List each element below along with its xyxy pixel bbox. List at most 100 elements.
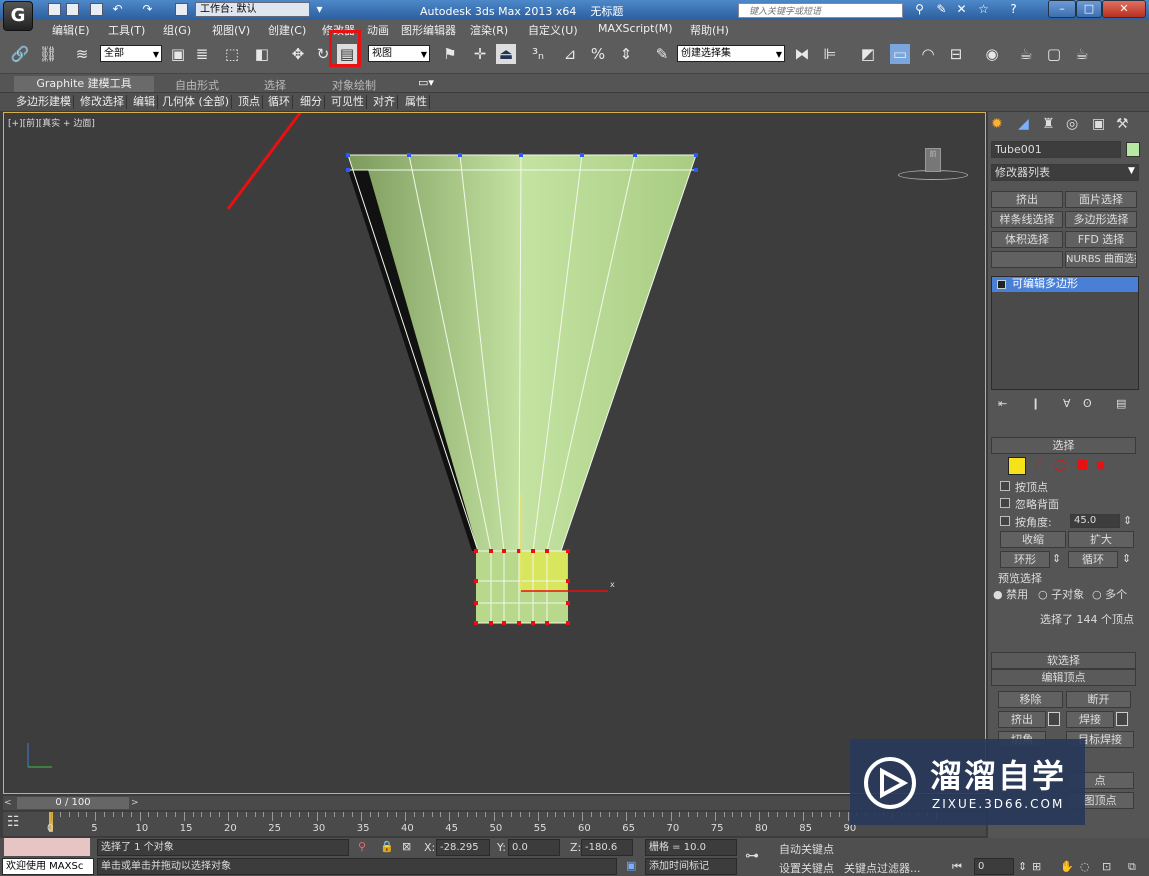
remove-modifier-icon[interactable]: ʘ <box>1083 397 1092 410</box>
spline-select-button[interactable]: 样条线选择 <box>991 211 1063 228</box>
curve-editor-icon[interactable]: ◠ <box>918 44 938 64</box>
panel-edit[interactable]: 编辑 <box>131 95 158 109</box>
maxscript-mini-listener[interactable]: 欢迎使用 MAXSc <box>2 858 94 875</box>
pan-view-icon[interactable]: ✋ <box>1060 860 1074 873</box>
angle-snap-icon[interactable]: ⊿ <box>560 44 580 64</box>
weld-settings-icon[interactable] <box>1116 712 1128 726</box>
material-editor-icon[interactable]: ◉ <box>982 44 1002 64</box>
subscription-icon[interactable]: ✎ <box>934 2 949 17</box>
time-slider[interactable]: < 0 / 100 > <box>3 796 986 810</box>
align-icon[interactable]: ⊫ <box>820 44 840 64</box>
menu-tools[interactable]: 工具(T) <box>108 22 145 38</box>
preview-disabled-radio[interactable]: ● 禁用 <box>993 586 1028 602</box>
graphite-toggle-icon[interactable]: ▭ <box>890 44 910 64</box>
loop-spinner-icon[interactable]: ⇕ <box>1122 552 1131 565</box>
show-end-result-icon[interactable]: ❙ <box>1031 397 1040 410</box>
field-of-view-icon[interactable]: ⊡ <box>1102 860 1111 873</box>
zoom-extents-icon[interactable]: ⊞ <box>1032 860 1041 873</box>
ribbon-tab-selection[interactable]: 选择 <box>264 77 286 93</box>
create-tab-icon[interactable]: ✹ <box>991 116 1003 132</box>
panel-visibility[interactable]: 可见性 <box>329 95 367 109</box>
preview-subobject-radio[interactable]: ○ 子对象 <box>1038 586 1084 602</box>
window-crossing-icon[interactable]: ◧ <box>252 44 272 64</box>
x-coord-field[interactable]: -28.295 <box>436 839 490 856</box>
select-by-name-icon[interactable]: ≣ <box>192 44 212 64</box>
panel-subdivision[interactable]: 细分 <box>298 95 325 109</box>
track-bar[interactable]: ☷ 0 5 10 15 20 25 30 35 40 45 50 55 60 65 70 75 80 85 90 <box>3 812 986 836</box>
maximize-button[interactable]: □ <box>1076 0 1102 18</box>
rendered-frame-icon[interactable]: ▢ <box>1044 44 1064 64</box>
communication-icon[interactable]: ✕ <box>954 2 969 17</box>
grow-button[interactable]: 扩大 <box>1068 531 1134 548</box>
goto-start-icon[interactable]: ⏮ <box>952 860 962 874</box>
vertex-mode-icon[interactable] <box>1008 457 1026 475</box>
keyboard-shortcut-override-icon[interactable]: ⏏ <box>496 44 516 64</box>
panel-polygon-modeling[interactable]: 多边形建模 <box>14 95 74 109</box>
stack-item-editable-poly[interactable]: 可编辑多边形 <box>992 277 1138 292</box>
angle-spinner-icon[interactable]: ⇕ <box>1123 514 1132 527</box>
modifier-list-dropdown[interactable]: 修改器列表 <box>991 164 1139 181</box>
ribbon-options-icon[interactable]: ▭▾ <box>418 76 434 89</box>
percent-snap-icon[interactable]: % <box>588 44 608 64</box>
empty-modifier-button[interactable] <box>991 251 1063 268</box>
set-key-button[interactable]: 设置关键点 <box>779 860 834 876</box>
edit-named-selection-icon[interactable]: ✎ <box>652 44 672 64</box>
shrink-button[interactable]: 收缩 <box>1000 531 1066 548</box>
utilities-tab-icon[interactable]: ⚒ <box>1116 116 1129 132</box>
element-mode-icon[interactable]: ◼ <box>1096 458 1105 471</box>
viewcube[interactable]: 前 <box>925 148 941 172</box>
select-object-icon[interactable]: ▣ <box>168 44 188 64</box>
maximize-viewport-icon[interactable]: ⧉ <box>1128 860 1136 874</box>
configure-sets-icon[interactable]: ▤ <box>1116 397 1126 410</box>
border-mode-icon[interactable]: ◯ <box>1054 458 1066 471</box>
stack-expand-icon[interactable] <box>997 280 1006 289</box>
ring-button[interactable]: 环形 <box>1000 551 1050 568</box>
ignore-backfacing-checkbox[interactable] <box>1000 498 1010 508</box>
next-frame-icon[interactable]: > <box>131 796 143 810</box>
redo-icon[interactable]: ↷ <box>140 2 155 17</box>
front-viewport[interactable]: [+][前][真实 + 边面] x <box>3 112 986 794</box>
ring-spinner-icon[interactable]: ⇕ <box>1052 552 1061 565</box>
menu-views[interactable]: 视图(V) <box>212 22 250 38</box>
spinner-snap-icon[interactable]: ⇕ <box>616 44 636 64</box>
funnel-mesh[interactable]: x <box>4 113 985 793</box>
project-folder-icon[interactable] <box>175 3 188 16</box>
favorites-icon[interactable]: ☆ <box>976 2 991 17</box>
selection-filter-dropdown[interactable]: 全部 <box>100 45 162 62</box>
object-name-field[interactable]: Tube001 <box>991 141 1121 158</box>
app-menu-icon[interactable]: G <box>3 1 33 31</box>
select-move-icon[interactable]: ✥ <box>288 44 308 64</box>
display-tab-icon[interactable]: ▣ <box>1092 116 1105 132</box>
panel-modify-selection[interactable]: 修改选择 <box>78 95 127 109</box>
remove-button[interactable]: 移除 <box>998 691 1063 708</box>
ribbon-tab-freeform[interactable]: 自由形式 <box>175 77 219 93</box>
angle-input[interactable]: 45.0 <box>1070 514 1120 528</box>
menu-edit[interactable]: 编辑(E) <box>52 22 90 38</box>
bind-space-warp-icon[interactable]: ≋ <box>72 44 92 64</box>
by-angle-checkbox[interactable] <box>1000 516 1010 526</box>
unlink-icon[interactable]: ⛓ <box>38 44 58 64</box>
menu-rendering[interactable]: 渲染(R) <box>470 22 508 38</box>
edge-mode-icon[interactable]: ⟋ <box>1034 458 1042 472</box>
object-color-swatch[interactable] <box>1126 142 1140 157</box>
open-file-icon[interactable] <box>66 3 79 16</box>
mirror-icon[interactable]: ⧓ <box>792 44 812 64</box>
prev-frame-icon[interactable]: < <box>4 796 16 810</box>
link-icon[interactable]: 🔗 <box>10 44 30 64</box>
set-key-icon[interactable]: ⊶ <box>745 848 759 864</box>
selection-lock-icon[interactable]: 🔒 <box>380 840 394 853</box>
ribbon-tab-object-paint[interactable]: 对象绘制 <box>332 77 376 93</box>
modifier-stack[interactable]: 可编辑多边形 <box>991 276 1139 390</box>
time-slider-thumb[interactable]: 0 / 100 <box>17 797 129 809</box>
isolate-selection-icon[interactable]: ⚲ <box>358 840 366 853</box>
panel-properties[interactable]: 属性 <box>403 95 430 109</box>
volume-select-button[interactable]: 体积选择 <box>991 231 1063 248</box>
maxscript-listener-pane[interactable] <box>4 838 90 856</box>
polygon-mode-icon[interactable] <box>1077 460 1087 470</box>
make-unique-icon[interactable]: ∀ <box>1063 397 1071 410</box>
layer-manager-icon[interactable]: ◩ <box>858 44 878 64</box>
binoculars-icon[interactable]: ⚲ <box>912 2 927 17</box>
menu-group[interactable]: 组(G) <box>163 22 191 38</box>
minimize-button[interactable]: – <box>1048 0 1076 18</box>
key-filters-button[interactable]: 关键点过滤器... <box>844 860 921 876</box>
